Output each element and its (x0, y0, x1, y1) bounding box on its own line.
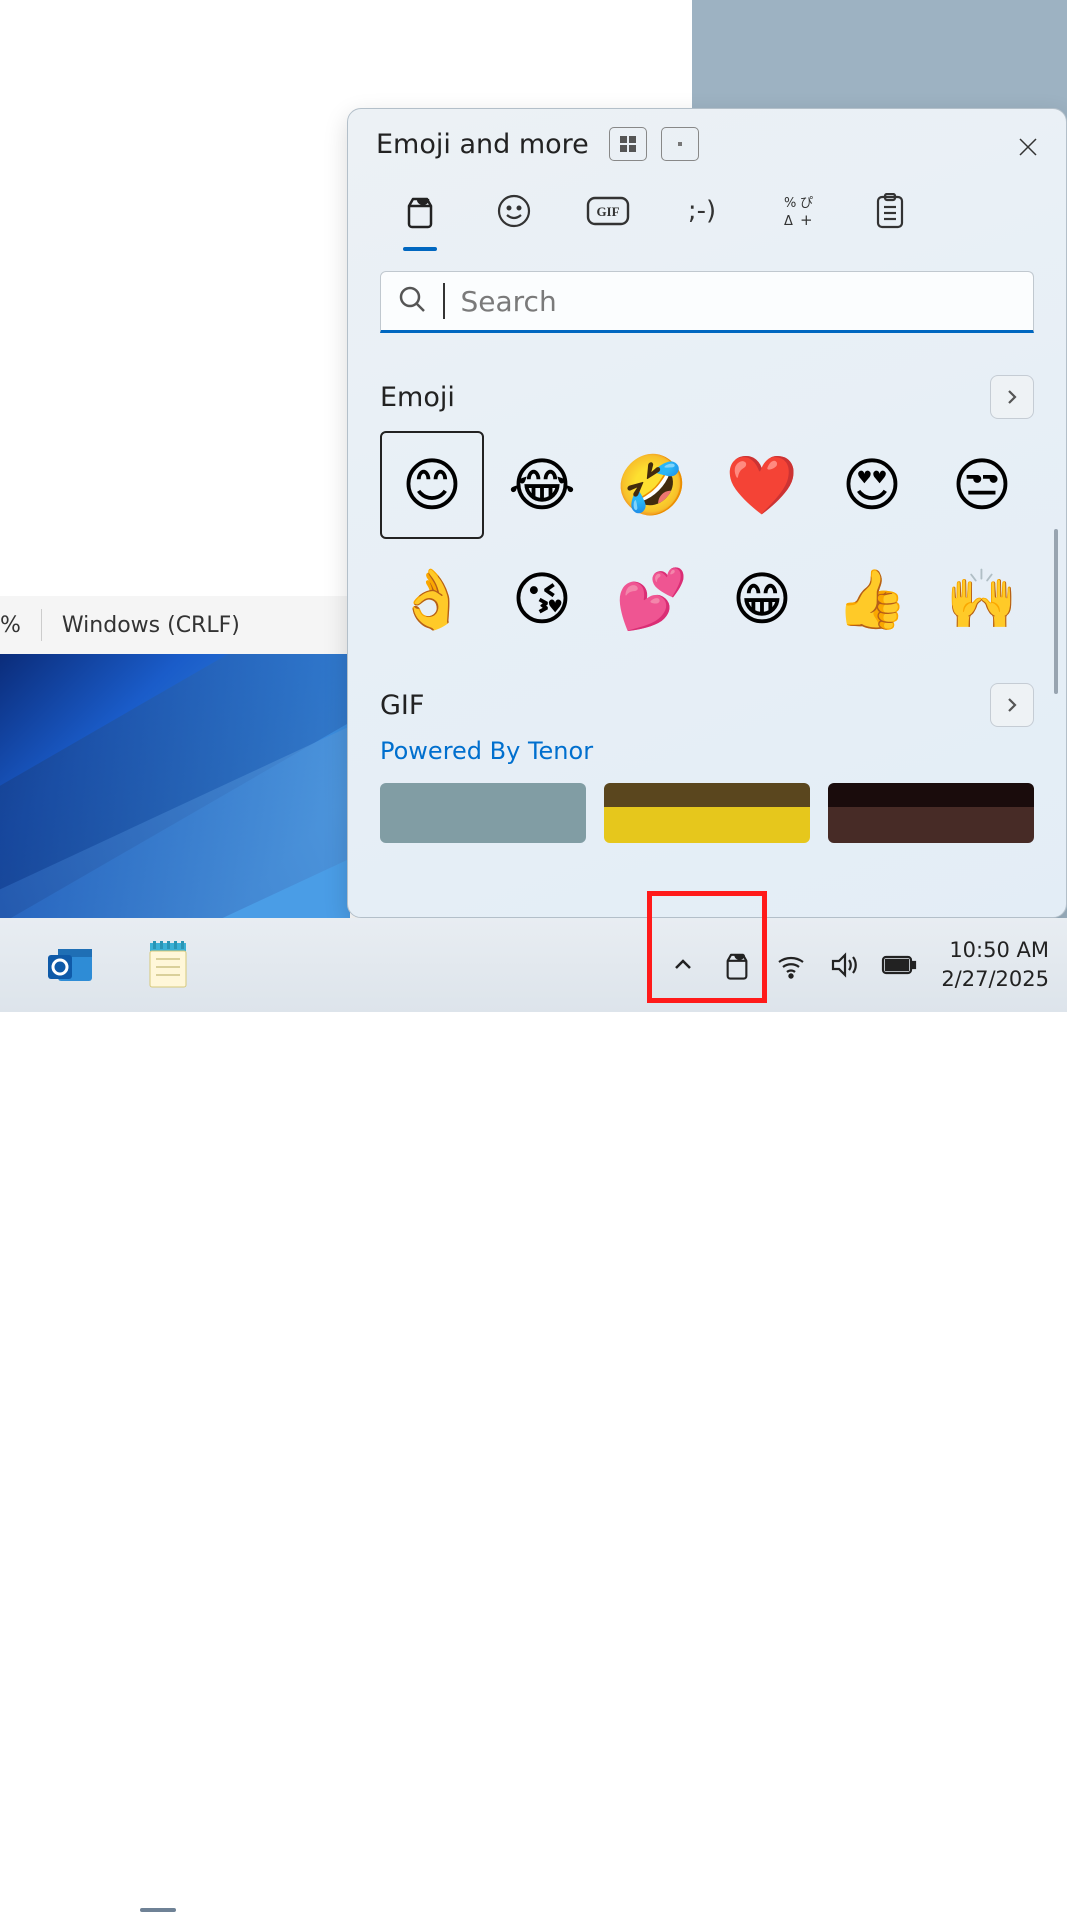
wifi-icon[interactable] (773, 947, 809, 983)
emoji-face-tears-of-joy[interactable]: 😂 (490, 431, 594, 539)
notepad-status-bar: % Windows (CRLF) (0, 596, 350, 654)
tab-recent[interactable] (396, 187, 444, 235)
svg-text:Δ: Δ (784, 214, 793, 229)
emoji-two-hearts[interactable]: 💕 (600, 545, 704, 653)
search-icon (397, 284, 427, 318)
svg-text:GIF: GIF (596, 204, 619, 219)
grid-view-toggle[interactable] (609, 127, 647, 161)
desktop-wallpaper (0, 654, 350, 918)
taskbar-app-outlook[interactable] (40, 935, 100, 995)
gif-expand-button[interactable] (990, 683, 1034, 727)
tray-emoji-icon[interactable] (719, 947, 755, 983)
emoji-raising-hands[interactable]: 🙌 (930, 545, 1034, 653)
gif-thumbnail-2[interactable] (604, 783, 810, 843)
svg-text:ぴ: ぴ (800, 196, 813, 211)
tab-gif[interactable]: GIF (584, 187, 632, 235)
emoji-grid: 😊😂🤣❤️😍😒 👌😘💕😁👍🙌 (380, 431, 1034, 653)
gif-thumbnail-3[interactable] (828, 783, 1034, 843)
divider (41, 609, 42, 641)
emoji-panel: Emoji and more GIF ;-) % ぴΔ + (347, 108, 1067, 918)
search-box[interactable] (380, 271, 1034, 333)
tray-overflow-icon[interactable] (665, 947, 701, 983)
battery-icon[interactable] (881, 947, 917, 983)
emoji-red-heart[interactable]: ❤️ (710, 431, 814, 539)
emoji-ok-hand[interactable]: 👌 (380, 545, 484, 653)
emoji-section-title: Emoji (380, 382, 455, 413)
tab-kaomoji[interactable]: ;-) (678, 187, 726, 235)
tab-symbols[interactable]: % ぴΔ + (772, 187, 820, 235)
date-text: 2/27/2025 (941, 965, 1049, 994)
svg-text:%: % (784, 196, 796, 211)
tab-clipboard[interactable] (866, 187, 914, 235)
gif-thumbnail-1[interactable] (380, 783, 586, 843)
panel-title: Emoji and more (376, 129, 589, 160)
compact-view-toggle[interactable] (661, 127, 699, 161)
emoji-thumbs-up[interactable]: 👍 (820, 545, 924, 653)
taskbar-app-notepad[interactable] (138, 935, 198, 995)
emoji-rolling-on-floor-laughing[interactable]: 🤣 (600, 431, 704, 539)
emoji-grinning-face[interactable]: 😁 (710, 545, 814, 653)
scrollbar-thumb[interactable] (1054, 529, 1058, 694)
close-button[interactable] (1012, 131, 1044, 163)
line-ending-indicator: Windows (CRLF) (62, 613, 240, 638)
text-cursor (443, 283, 445, 319)
clock[interactable]: 10:50 AM 2/27/2025 (941, 936, 1049, 995)
emoji-unamused-face[interactable]: 😒 (930, 431, 1034, 539)
search-input[interactable] (461, 285, 1018, 318)
svg-text:+: + (800, 211, 813, 229)
volume-icon[interactable] (827, 947, 863, 983)
emoji-expand-button[interactable] (990, 375, 1034, 419)
time-text: 10:50 AM (941, 936, 1049, 965)
taskbar: 10:50 AM 2/27/2025 (0, 918, 1067, 1012)
emoji-face-blowing-kiss[interactable]: 😘 (490, 545, 594, 653)
emoji-smiling-face-blush[interactable]: 😊 (380, 431, 484, 539)
emoji-heart-eyes[interactable]: 😍 (820, 431, 924, 539)
gif-section-title: GIF (380, 690, 424, 721)
tab-emoji[interactable] (490, 187, 538, 235)
zoom-suffix: % (0, 613, 21, 638)
gif-powered-by: Powered By Tenor (380, 737, 1034, 765)
category-tabs: GIF ;-) % ぴΔ + (348, 173, 1066, 243)
taskbar-active-indicator (140, 1908, 176, 1912)
